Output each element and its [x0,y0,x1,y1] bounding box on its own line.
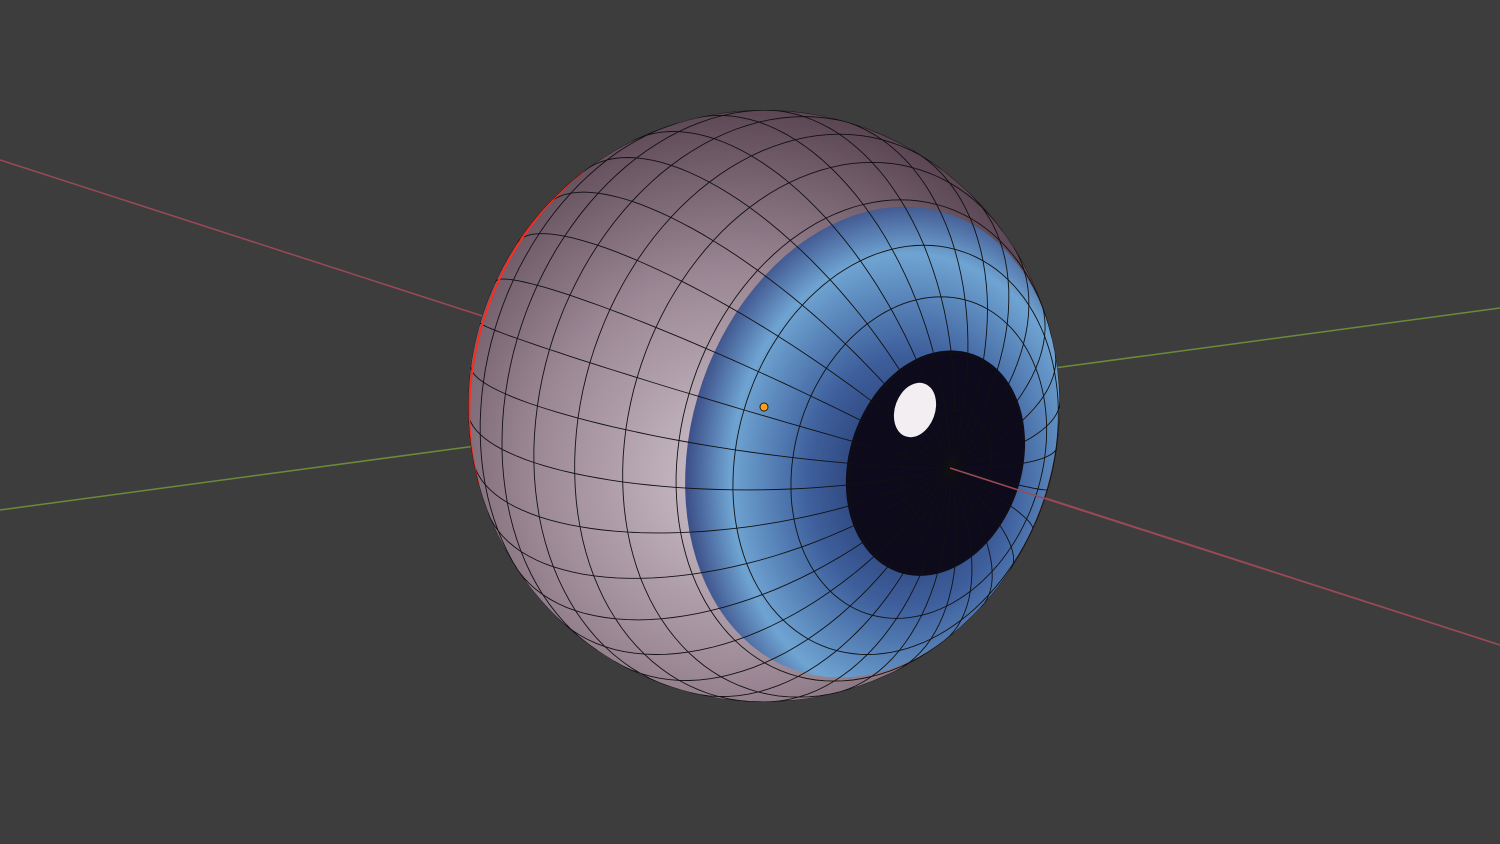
object-origin-dot[interactable] [759,402,769,412]
viewport-scene[interactable] [0,0,1500,844]
x-axis-front-line [949,467,1500,646]
3d-viewport[interactable] [0,0,1500,844]
